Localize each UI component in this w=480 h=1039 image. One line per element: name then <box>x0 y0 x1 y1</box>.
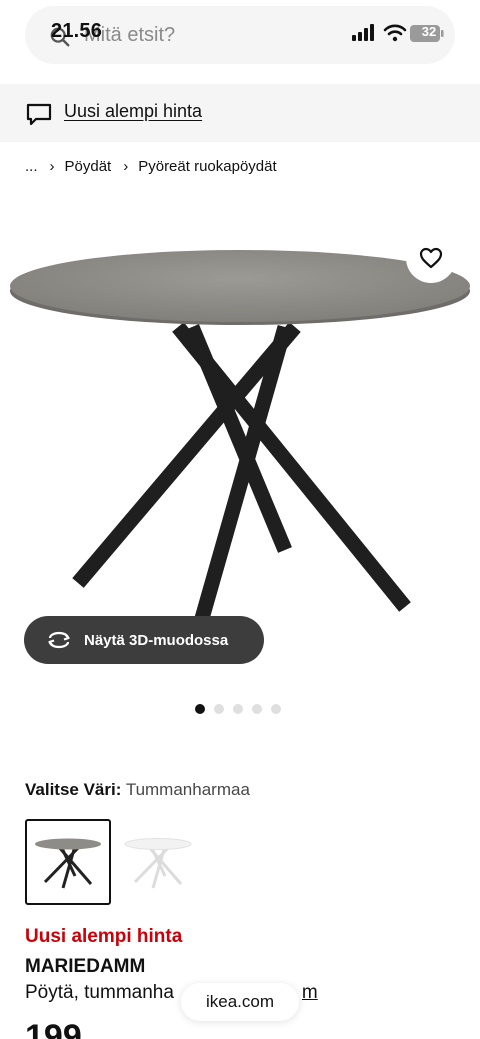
carousel-dot[interactable] <box>252 704 262 714</box>
url-text: ikea.com <box>205 992 275 1011</box>
color-label-value: Tummanharmaa <box>125 780 250 799</box>
carousel-dot[interactable] <box>233 704 243 714</box>
heart-icon <box>419 247 443 269</box>
rotate-3d-icon <box>48 631 70 649</box>
swatch-image <box>35 838 101 889</box>
product-image[interactable] <box>0 215 480 675</box>
carousel-dot[interactable] <box>271 704 281 714</box>
chat-bubble-icon <box>26 103 52 126</box>
product-description-end: m <box>301 982 318 1003</box>
product-description-start: Pöytä, tummanha <box>25 982 174 1003</box>
banner-link[interactable]: Uusi alempi hinta <box>64 101 202 122</box>
color-label-key: Valitse Väri: <box>25 780 122 799</box>
product-price: 199 <box>25 1018 82 1039</box>
wifi-icon <box>383 24 407 42</box>
view-3d-button[interactable]: Näytä 3D-muodossa <box>24 616 264 664</box>
swatch-image <box>124 838 192 889</box>
product-name: MARIEDAMM <box>25 956 146 977</box>
breadcrumb-item-pyoreat[interactable]: Pyöreät ruokapöydät <box>138 158 276 175</box>
signal-icon <box>352 24 374 41</box>
breadcrumb-item-poydat[interactable]: Pöydät <box>65 158 112 175</box>
breadcrumb: ... › Pöydät › Pyöreät ruokapöydät <box>25 158 277 175</box>
price-banner[interactable]: Uusi alempi hinta <box>0 84 480 142</box>
carousel-dot[interactable] <box>214 704 224 714</box>
view-3d-label: Näytä 3D-muodossa <box>84 631 229 649</box>
breadcrumb-ellipsis[interactable]: ... <box>25 158 38 175</box>
status-time: 21.56 <box>51 20 103 42</box>
color-label: Valitse Väri: Tummanharmaa <box>25 780 250 800</box>
battery-level: 32 <box>421 24 437 39</box>
url-pill[interactable]: ikea.com <box>181 983 299 1021</box>
color-swatch-white[interactable] <box>115 819 201 905</box>
favorite-button[interactable] <box>406 233 456 283</box>
color-swatch-dark-grey[interactable] <box>25 819 111 905</box>
carousel-dots <box>195 704 281 714</box>
chevron-right-icon: › <box>123 158 129 175</box>
chevron-right-icon: › <box>49 158 55 175</box>
carousel-dot[interactable] <box>195 704 205 714</box>
price-tag: Uusi alempi hinta <box>25 926 183 947</box>
